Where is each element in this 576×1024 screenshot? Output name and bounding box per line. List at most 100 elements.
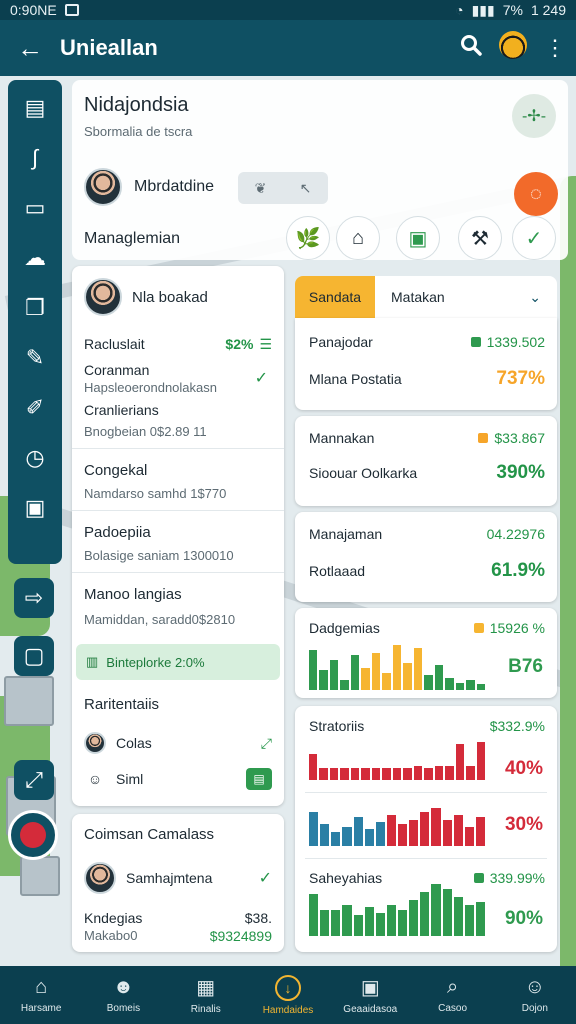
nav-label: Geaaidasoa: [343, 1004, 398, 1015]
bar: [340, 680, 349, 690]
mini-bar-chart: [309, 732, 485, 780]
bar: [340, 768, 349, 780]
bar: [342, 826, 352, 846]
raid-title: Raritentaiis: [84, 696, 160, 713]
chart-value: 15926 %: [473, 620, 545, 636]
list-item-title[interactable]: Padoepiia: [84, 524, 272, 541]
toolbox-icon[interactable]: ▣: [17, 490, 53, 526]
metric-value: $33.867: [478, 430, 545, 446]
check-icon[interactable]: ✓: [255, 368, 268, 388]
bar: [375, 912, 385, 936]
nav-download[interactable]: ↓ Hamdaides: [247, 966, 329, 1024]
header-panel: Nidajondsia Sbormalia de tscra -✢- Mbrda…: [72, 80, 568, 260]
list-item-sub: Mamiddan, saradd0$2810: [84, 612, 236, 627]
coinsan-card: Coimsan Camalass Samhajmtena ✓ Kndegias …: [72, 814, 284, 952]
edit-icon[interactable]: ✎: [17, 340, 53, 376]
bar: [445, 677, 454, 690]
card-icon[interactable]: ▭: [17, 190, 53, 226]
raid-item-label: Colas: [116, 735, 152, 751]
metric-card[interactable]: Panajodar 1339.502 Mlana Postatia 737%: [295, 318, 557, 410]
orange-fab-icon[interactable]: ◌: [514, 172, 558, 216]
bar: [455, 744, 465, 780]
chart-big-value: 40%: [504, 758, 543, 779]
more-vert-icon[interactable]: ⋮: [534, 35, 576, 61]
location-badge-icon[interactable]: [8, 810, 58, 860]
check-icon[interactable]: ✓: [259, 868, 272, 888]
chevron-down-icon[interactable]: ⌄: [529, 289, 541, 306]
leaf-icon: ❦: [254, 179, 267, 196]
header-filter-chip[interactable]: ❦ ↖: [238, 172, 328, 204]
list-item-sub: Namdarso samhd 1$770: [84, 486, 227, 501]
frame-icon[interactable]: ▢: [14, 636, 54, 676]
tab-matakan[interactable]: Matakan ⌄: [375, 276, 557, 318]
bar: [309, 894, 319, 936]
nav-home[interactable]: ⌂ Harsame: [0, 966, 82, 1024]
bar: [386, 814, 396, 846]
metric-card[interactable]: Manajaman 04.22976 Rotlaaad 61.9%: [295, 512, 557, 602]
nav-label: Dojon: [521, 1003, 548, 1014]
cloud-icon[interactable]: ☁: [17, 240, 53, 276]
avatar: [84, 168, 122, 206]
metric-label: Panajodar: [309, 334, 373, 350]
download-icon: ↓: [274, 974, 301, 1001]
folder-icon[interactable]: ❐: [17, 290, 53, 326]
search-icon[interactable]: [450, 34, 492, 62]
building-icon[interactable]: ⌂: [336, 216, 380, 260]
route-icon[interactable]: ∫: [17, 140, 53, 176]
mini-bar-chart: [309, 884, 485, 936]
route-fab-icon[interactable]: -✢-: [512, 94, 556, 138]
nav-clipboard[interactable]: ▣ Geaaidasoa: [329, 966, 411, 1024]
metric-label: Manajaman: [309, 526, 383, 542]
expand-icon[interactable]: ⤢: [261, 735, 272, 752]
page-subtitle: Sbormalia de tscra: [84, 124, 193, 139]
status-badge-text: Binteplorke 2:0%: [106, 654, 205, 670]
profile-avatar[interactable]: [492, 31, 534, 65]
check-icon[interactable]: ✓: [512, 216, 556, 260]
plant-icon[interactable]: 🌿: [286, 216, 330, 260]
status-badge[interactable]: ▥ Binteplorke 2:0%: [76, 644, 280, 680]
bar: [319, 670, 328, 690]
nav-people[interactable]: ☻ Bomeis: [82, 966, 164, 1024]
bar: [434, 765, 444, 780]
bar: [309, 650, 318, 690]
summary-user-name: Nla boakad: [132, 288, 208, 306]
compose-icon[interactable]: ✐: [17, 390, 53, 426]
list-item-title[interactable]: Manoo langias: [84, 586, 272, 603]
mini-bar-chart: [309, 640, 485, 690]
stats-card[interactable]: Stratoriis $332.9% 40% 30% Saheyahias 33…: [295, 706, 557, 952]
coinsan-user-name: Samhajmtena: [126, 870, 213, 886]
bar: [329, 768, 339, 780]
document-icon[interactable]: ▤: [17, 90, 53, 126]
bar: [403, 662, 412, 690]
nav-search[interactable]: ⌕ Casoo: [411, 966, 493, 1024]
bar: [392, 768, 402, 780]
metric-card[interactable]: Mannakan $33.867 Sioouar Oolkarka 390%: [295, 416, 557, 506]
avatar: [84, 862, 116, 894]
back-arrow-icon[interactable]: ←: [0, 33, 60, 64]
bar: [364, 907, 374, 936]
nav-label: Hamdaides: [262, 1004, 314, 1016]
nav-briefcase[interactable]: ▦ Rinalis: [165, 966, 247, 1024]
wifi-icon: ◔: [455, 2, 464, 18]
bar: [476, 741, 485, 780]
bar: [466, 680, 475, 690]
forward-icon[interactable]: ⇨: [14, 578, 54, 618]
coinsan-row-sub-value: $9324899: [209, 928, 272, 944]
mini-bar-chart: [309, 798, 485, 846]
tab-sandata[interactable]: Sandata: [295, 276, 375, 318]
grid-icon: ▥: [86, 654, 99, 669]
clock-icon[interactable]: ◷: [17, 440, 53, 476]
list-item-title[interactable]: Congekal: [84, 462, 272, 479]
bottom-nav: ⌂ Harsame ☻ Bomeis ▦ Rinalis ↓ Hamdaides ▣ Ge…: [0, 966, 576, 1024]
expand-icon[interactable]: ⤢: [14, 760, 54, 800]
tab-bar: Sandata Matakan ⌄: [295, 276, 557, 318]
nav-user[interactable]: ☺ Dojon: [494, 966, 576, 1024]
bar: [464, 826, 474, 846]
tool-icon[interactable]: ⚒: [458, 216, 502, 260]
chart-icon[interactable]: ▤: [246, 768, 272, 790]
money-icon[interactable]: ▣: [396, 216, 440, 260]
home-icon: ⌂: [35, 976, 48, 998]
briefcase-icon: ▦: [196, 977, 216, 999]
chart-card[interactable]: Dadgemias 15926 % B76: [295, 608, 557, 698]
header-user[interactable]: Mbrdatdine: [84, 168, 214, 206]
